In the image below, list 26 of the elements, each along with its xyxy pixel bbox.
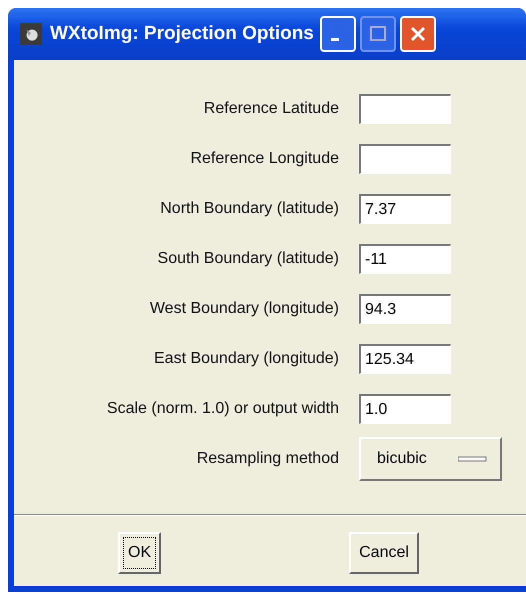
minimize-button[interactable] [320, 16, 356, 52]
dialog-button[interactable]: Cancel [349, 532, 419, 574]
maximize-icon [368, 24, 388, 44]
input-field[interactable] [359, 94, 451, 124]
field-label: South Boundary (latitude) [156, 250, 339, 268]
input-field[interactable]: 1.0 [359, 394, 451, 424]
input-field[interactable]: 7.37 [359, 194, 451, 224]
field-label: Scale (norm. 1.0) or output width [106, 400, 339, 418]
input-field[interactable]: 94.3 [359, 294, 451, 324]
option-menu-icon [458, 455, 488, 463]
resampling-dropdown[interactable]: bicubic [359, 437, 502, 481]
window-title: WXtoImg: Projection Options [50, 23, 314, 45]
input-field[interactable]: 125.34 [359, 344, 451, 374]
minimize-icon [330, 38, 339, 40]
field-label: West Boundary (longitude) [148, 300, 339, 318]
field-label: Reference Longitude [189, 150, 339, 168]
dialog-button[interactable]: OK [118, 532, 162, 574]
field-label: Resampling method [196, 450, 339, 468]
maximize-button[interactable] [360, 16, 396, 52]
field-label: Reference Latitude [202, 100, 339, 118]
close-button[interactable] [400, 16, 436, 52]
app-icon [20, 23, 42, 45]
field-label: East Boundary (longitude) [153, 350, 339, 368]
input-field[interactable]: -11 [359, 244, 451, 274]
input-field[interactable] [359, 144, 451, 174]
field-label: North Boundary (latitude) [159, 200, 339, 218]
